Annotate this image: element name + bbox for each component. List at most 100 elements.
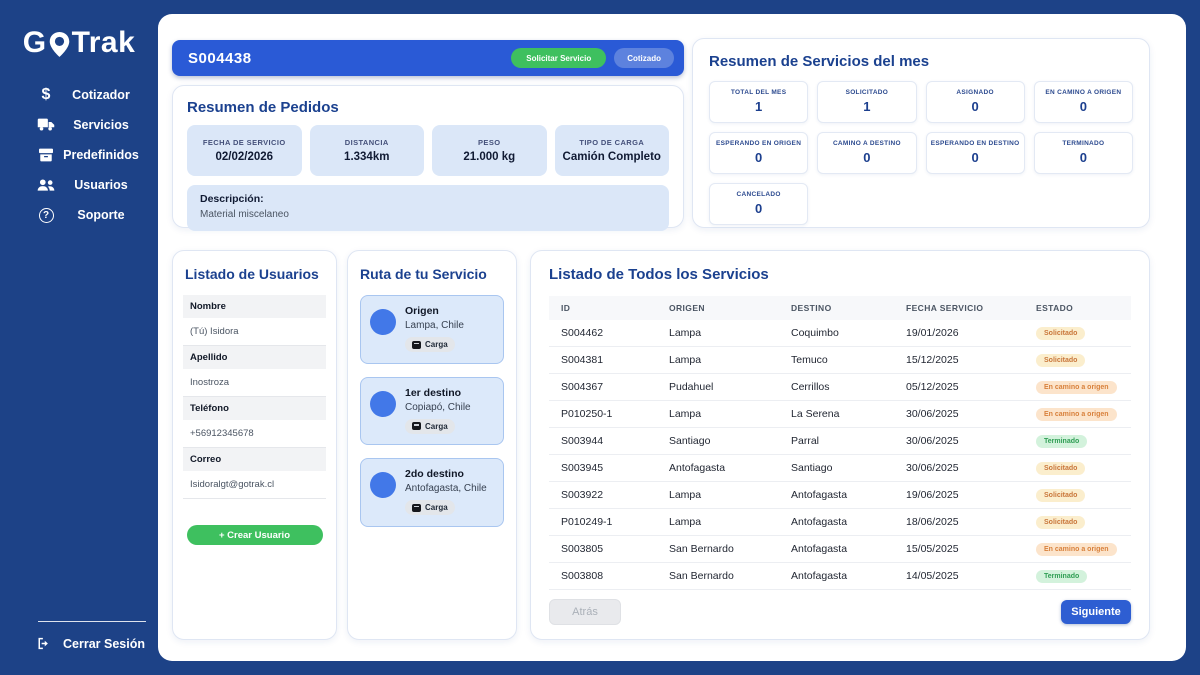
- sidebar-divider: [38, 621, 146, 622]
- services-table-title: Listado de Todos los Servicios: [549, 266, 1131, 283]
- cell-destino: Antofagasta: [791, 482, 906, 509]
- logout-icon: [36, 636, 51, 651]
- sidebar-item-soporte[interactable]: ?Soporte: [0, 200, 158, 230]
- sidebar-nav: $Cotizador Servicios PredefinidosUsuarios?…: [0, 80, 158, 230]
- carga-badge-label: Carga: [425, 503, 448, 512]
- carga-badge: Carga: [405, 337, 455, 352]
- month-summary-grid: TOTAL DEL MES1SOLICITADO1ASIGNADO0EN CAM…: [709, 81, 1133, 225]
- sidebar-item-predefinidos[interactable]: Predefinidos: [0, 140, 158, 170]
- sidebar-item-label: Servicios: [58, 118, 158, 132]
- cell-destino: Cerrillos: [791, 374, 906, 401]
- route-stop-body: 2do destinoAntofagasta, ChileCarga: [405, 468, 487, 517]
- order-description-box: Descripción: Material miscelaneo: [187, 185, 669, 231]
- atras-button[interactable]: Atrás: [549, 599, 621, 625]
- logout-button[interactable]: Cerrar Sesión: [0, 621, 158, 651]
- cell-destino: Antofagasta: [791, 563, 906, 590]
- order-card-value: 21.000 kg: [436, 151, 543, 163]
- table-row[interactable]: S003945AntofagastaSantiago30/06/2025Soli…: [549, 455, 1131, 482]
- cell-estado: Solicitado: [1036, 347, 1131, 374]
- sidebar-item-usuarios[interactable]: Usuarios: [0, 170, 158, 200]
- user-field-label-apellido: Apellido: [183, 346, 326, 369]
- stat-label: ASIGNADO: [929, 89, 1022, 96]
- stat-label: ESPERANDO EN DESTINO: [929, 140, 1022, 147]
- service-header-bar: S004438 Solicitar Servicio Cotizado: [172, 40, 684, 76]
- status-badge: En camino a origen: [1036, 543, 1117, 556]
- stop-location: Lampa, Chile: [405, 320, 464, 331]
- cell-id: S003805: [549, 536, 669, 563]
- stop-marker-icon: [370, 309, 396, 335]
- cell-destino: Parral: [791, 428, 906, 455]
- cell-destino: Antofagasta: [791, 509, 906, 536]
- users-icon: [34, 179, 58, 192]
- cell-origen: San Bernardo: [669, 563, 791, 590]
- cell-origen: San Bernardo: [669, 536, 791, 563]
- services-table: IDORIGENDESTINOFECHA SERVICIOESTADO S004…: [549, 296, 1131, 590]
- order-card-value: Camión Completo: [559, 151, 666, 163]
- table-row[interactable]: S004381LampaTemuco15/12/2025Solicitado: [549, 347, 1131, 374]
- stat-label: SOLICITADO: [820, 89, 913, 96]
- order-card-value: 1.334km: [314, 151, 421, 163]
- order-summary-panel: Resumen de Pedidos FECHA DE SERVICIO02/0…: [172, 85, 684, 228]
- month-stat-card: ASIGNADO0: [926, 81, 1025, 123]
- cotizado-status-button[interactable]: Cotizado: [614, 48, 674, 68]
- logo-text-prefix: G: [23, 26, 47, 60]
- cell-destino: Temuco: [791, 347, 906, 374]
- cell-estado: Solicitado: [1036, 455, 1131, 482]
- order-card-label: DISTANCIA: [314, 138, 421, 147]
- order-description-value: Material miscelaneo: [200, 209, 656, 220]
- table-row[interactable]: S003808San BernardoAntofagasta14/05/2025…: [549, 563, 1131, 590]
- order-summary-card: TIPO DE CARGACamión Completo: [555, 125, 670, 176]
- cell-origen: Lampa: [669, 482, 791, 509]
- sidebar: G Trak $CotizadorServiciosPredefinidosUs…: [0, 0, 158, 675]
- sidebar-item-servicios[interactable]: Servicios: [0, 110, 158, 140]
- order-card-label: FECHA DE SERVICIO: [191, 138, 298, 147]
- package-icon: [412, 504, 421, 512]
- cell-destino: Antofagasta: [791, 536, 906, 563]
- cell-estado: En camino a origen: [1036, 536, 1131, 563]
- stop-location: Copiapó, Chile: [405, 402, 471, 413]
- service-id: S004438: [188, 50, 511, 67]
- cell-fecha: 30/06/2025: [906, 401, 1036, 428]
- cell-fecha: 14/05/2025: [906, 563, 1036, 590]
- cell-estado: Solicitado: [1036, 320, 1131, 347]
- user-field-label-nombre: Nombre: [183, 295, 326, 318]
- sidebar-item-label: Soporte: [58, 208, 158, 222]
- cell-estado: Solicitado: [1036, 509, 1131, 536]
- month-stat-card: ESPERANDO EN ORIGEN0: [709, 132, 808, 174]
- sidebar-item-label: Cotizador: [58, 88, 158, 102]
- cell-fecha: 05/12/2025: [906, 374, 1036, 401]
- crear-usuario-button[interactable]: + Crear Usuario: [187, 525, 323, 545]
- cell-origen: Lampa: [669, 320, 791, 347]
- table-row[interactable]: S003805San BernardoAntofagasta15/05/2025…: [549, 536, 1131, 563]
- table-header-row: IDORIGENDESTINOFECHA SERVICIOESTADO: [549, 296, 1131, 320]
- table-row[interactable]: S003944SantiagoParral30/06/2025Terminado: [549, 428, 1131, 455]
- table-row[interactable]: S004462LampaCoquimbo19/01/2026Solicitado: [549, 320, 1131, 347]
- route-stop-body: OrigenLampa, ChileCarga: [405, 305, 464, 354]
- solicitar-servicio-button[interactable]: Solicitar Servicio: [511, 48, 606, 68]
- cell-origen: Pudahuel: [669, 374, 791, 401]
- cell-estado: Terminado: [1036, 563, 1131, 590]
- stop-marker-icon: [370, 391, 396, 417]
- table-row[interactable]: P010249-1LampaAntofagasta18/06/2025Solic…: [549, 509, 1131, 536]
- column-header-destino: DESTINO: [791, 296, 906, 320]
- cell-destino: Coquimbo: [791, 320, 906, 347]
- siguiente-button[interactable]: Siguiente: [1061, 600, 1131, 624]
- cell-origen: Santiago: [669, 428, 791, 455]
- stat-value: 1: [712, 99, 805, 114]
- stat-value: 0: [712, 201, 805, 216]
- month-stat-card: TERMINADO0: [1034, 132, 1133, 174]
- cell-id: S003945: [549, 455, 669, 482]
- users-panel: Listado de Usuarios Nombre(Tú) IsidoraAp…: [172, 250, 337, 640]
- status-badge: Terminado: [1036, 435, 1087, 448]
- cell-id: S004381: [549, 347, 669, 374]
- route-stop: 2do destinoAntofagasta, ChileCarga: [360, 458, 504, 527]
- column-header-id: ID: [549, 296, 669, 320]
- sidebar-item-cotizador[interactable]: $Cotizador: [0, 80, 158, 110]
- cell-fecha: 15/05/2025: [906, 536, 1036, 563]
- table-row[interactable]: P010250-1LampaLa Serena30/06/2025En cami…: [549, 401, 1131, 428]
- cell-fecha: 19/06/2025: [906, 482, 1036, 509]
- cell-origen: Lampa: [669, 401, 791, 428]
- route-panel-title: Ruta de tu Servicio: [360, 266, 504, 282]
- table-row[interactable]: S004367PudahuelCerrillos05/12/2025En cam…: [549, 374, 1131, 401]
- table-row[interactable]: S003922LampaAntofagasta19/06/2025Solicit…: [549, 482, 1131, 509]
